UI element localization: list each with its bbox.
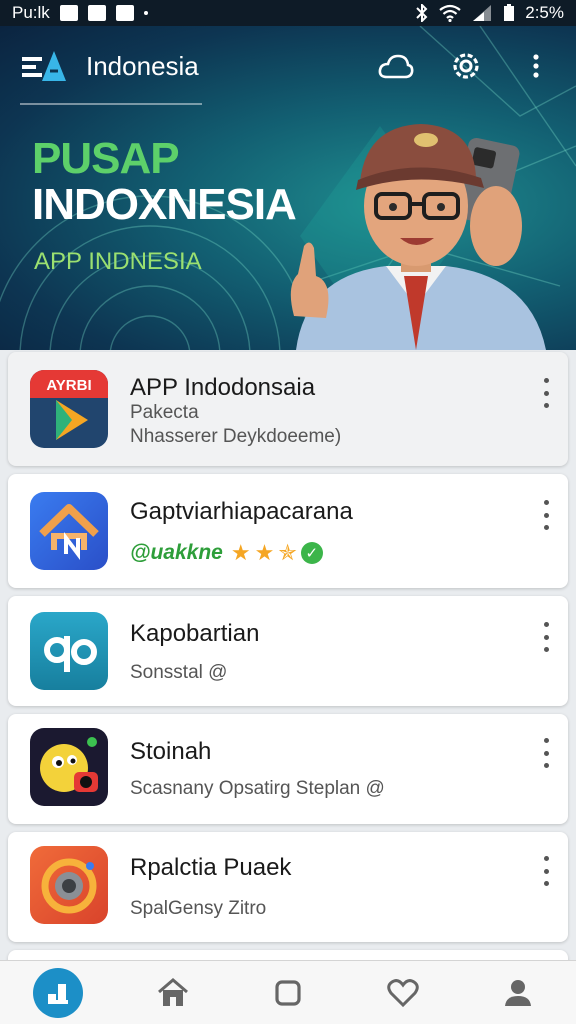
more-vert-icon[interactable] bbox=[538, 738, 554, 768]
hero-subtitle: APP INDNESIA bbox=[34, 248, 202, 275]
emoji-camera-app-icon bbox=[30, 728, 108, 806]
battery-icon bbox=[504, 4, 515, 21]
settings-icon[interactable] bbox=[446, 46, 486, 86]
nav-profile-button[interactable] bbox=[490, 965, 546, 1021]
profile-icon bbox=[505, 979, 532, 1006]
square-icon bbox=[275, 979, 301, 1006]
nav-favorites-button[interactable] bbox=[375, 965, 431, 1021]
nav-home-button[interactable] bbox=[145, 965, 201, 1021]
app-name: Kapobartian bbox=[130, 620, 260, 647]
bottom-navigation bbox=[0, 960, 576, 1024]
app-name: Gaptviarhiapacarana bbox=[130, 498, 353, 525]
more-vert-icon[interactable] bbox=[538, 856, 554, 886]
app-rating: @uakkne ★ ★ ✯ ✓ bbox=[130, 540, 323, 566]
app-subtitle: Pakecta bbox=[130, 402, 199, 423]
app-subtitle: Nhasserer Deykdoeeme) bbox=[130, 426, 342, 447]
svg-text:AYRBI: AYRBI bbox=[46, 377, 91, 394]
hero-person-illustration bbox=[290, 124, 546, 350]
header-divider bbox=[20, 103, 202, 105]
status-bar: Pu:lk 2:5% bbox=[0, 0, 576, 26]
list-item[interactable]: Stoinah Scasnany Opsatirg Steplan @ bbox=[8, 714, 568, 824]
signal-icon bbox=[473, 5, 492, 21]
star-icon: ★ bbox=[254, 540, 275, 565]
heart-icon bbox=[387, 978, 419, 1007]
play-store-icon: AYRBI bbox=[30, 370, 108, 448]
home-icon bbox=[157, 977, 188, 1006]
app-subtitle: SpalGensy Zitro bbox=[130, 898, 267, 919]
verified-check-icon: ✓ bbox=[300, 542, 323, 564]
app-subtitle: Scasnany Opsatirg Steplan @ bbox=[130, 778, 385, 799]
more-vert-icon[interactable] bbox=[538, 500, 554, 530]
qo-app-icon bbox=[30, 612, 108, 690]
more-vert-icon[interactable] bbox=[538, 622, 554, 652]
nav-app-logo-button[interactable] bbox=[30, 965, 86, 1021]
list-item[interactable]: AYRBI APP Indodonsaia Pakecta Nhasserer … bbox=[8, 352, 568, 466]
notification-icon bbox=[87, 5, 106, 21]
app-name: Stoinah bbox=[130, 738, 212, 765]
list-item[interactable]: Rpalctia Puaek SpalGensy Zitro bbox=[8, 832, 568, 942]
app-logo-icon bbox=[32, 967, 83, 1018]
more-vert-icon[interactable] bbox=[538, 378, 554, 408]
more-vert-icon[interactable] bbox=[516, 46, 556, 86]
star-icon: ★ bbox=[230, 540, 251, 565]
hero-banner: Indonesia PUSAP INDOXNESIA APP INDNESIA bbox=[0, 26, 576, 350]
bluetooth-icon bbox=[416, 4, 428, 22]
notification-icon bbox=[59, 5, 78, 21]
app-tag: @uakkne bbox=[130, 541, 223, 564]
nav-square-button[interactable] bbox=[260, 965, 316, 1021]
app-title: Indonesia bbox=[86, 50, 199, 81]
battery-text: 2:5% bbox=[525, 3, 564, 22]
notification-icon bbox=[115, 5, 134, 21]
notification-dot-icon bbox=[143, 11, 148, 15]
app-name: Rpalctia Puaek bbox=[130, 854, 292, 881]
app-subtitle: Sonsstal @ bbox=[130, 662, 228, 683]
house-app-icon bbox=[30, 492, 108, 570]
wifi-icon bbox=[439, 4, 461, 22]
list-item[interactable]: Gaptviarhiapacarana @uakkne ★ ★ ✯ ✓ bbox=[8, 474, 568, 588]
camera-lens-app-icon bbox=[30, 846, 108, 924]
list-item[interactable]: Kapobartian Sonsstal @ bbox=[8, 596, 568, 706]
star-half-icon: ✯ bbox=[278, 540, 297, 565]
app-logo-icon[interactable] bbox=[20, 49, 74, 83]
cloud-icon[interactable] bbox=[376, 46, 416, 86]
app-name: APP Indodonsaia bbox=[130, 374, 316, 401]
carrier-text: Pu:lk bbox=[12, 3, 50, 22]
